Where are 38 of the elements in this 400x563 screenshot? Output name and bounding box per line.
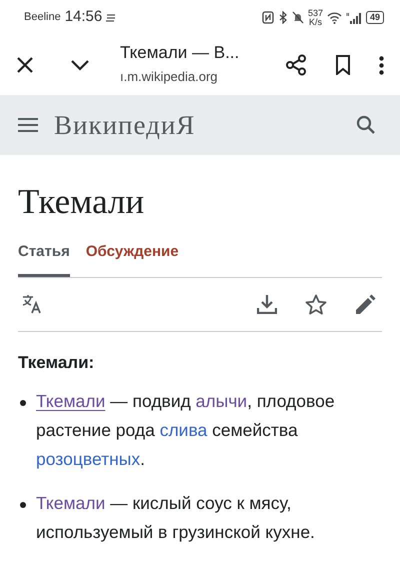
bluetooth-icon bbox=[278, 11, 288, 24]
list-item-text: Ткемали — кислый соус к мясу, используемый в грузинской кухне. bbox=[36, 492, 316, 544]
bullet bbox=[20, 502, 26, 508]
wifi-icon bbox=[326, 12, 342, 24]
article-link[interactable]: Ткемали bbox=[36, 493, 106, 513]
share-icon bbox=[285, 54, 307, 76]
carrier-name: Beeline bbox=[24, 10, 61, 26]
download-icon bbox=[257, 294, 277, 314]
nfc-icon bbox=[262, 11, 274, 24]
page-title: Ткемали — В... bbox=[120, 43, 240, 64]
network-speed: 537 bbox=[308, 8, 323, 18]
muted-bell-icon bbox=[292, 11, 304, 24]
star-icon bbox=[305, 294, 327, 314]
menu-icon bbox=[18, 117, 38, 133]
chevron-down-icon bbox=[70, 59, 90, 71]
wikipedia-wordmark[interactable]: ВикипедиЯ bbox=[54, 104, 196, 146]
speed-unit: K/s bbox=[308, 18, 322, 26]
page-tab[interactable]: Статья bbox=[18, 241, 70, 276]
pencil-icon bbox=[355, 294, 376, 314]
list-item-text: Ткемали — подвид алычи, плодовое растение рода слива семейства розоцветных. bbox=[36, 390, 336, 471]
article-link[interactable]: алычи bbox=[196, 391, 248, 411]
battery-indicator: 49 bbox=[366, 11, 384, 24]
close-icon bbox=[16, 56, 34, 74]
notification-icon bbox=[106, 14, 116, 22]
intro-text: Ткемали: bbox=[18, 352, 96, 374]
article-link[interactable]: слива bbox=[160, 420, 208, 440]
article-link[interactable]: Ткемали bbox=[36, 391, 106, 411]
menu-button[interactable] bbox=[18, 117, 38, 133]
page-tab[interactable]: Обсуждение bbox=[86, 241, 179, 276]
bookmark-icon bbox=[335, 55, 351, 75]
clock: 14:56 bbox=[64, 7, 102, 28]
page-url: ı.m.wikipedia.org bbox=[120, 68, 219, 86]
more-icon bbox=[379, 56, 384, 74]
bullet bbox=[20, 400, 26, 406]
article-title: Ткемали bbox=[18, 181, 146, 223]
article-link[interactable]: розоцветных bbox=[36, 449, 140, 469]
search-icon bbox=[356, 115, 376, 135]
signal-icon bbox=[346, 12, 362, 24]
